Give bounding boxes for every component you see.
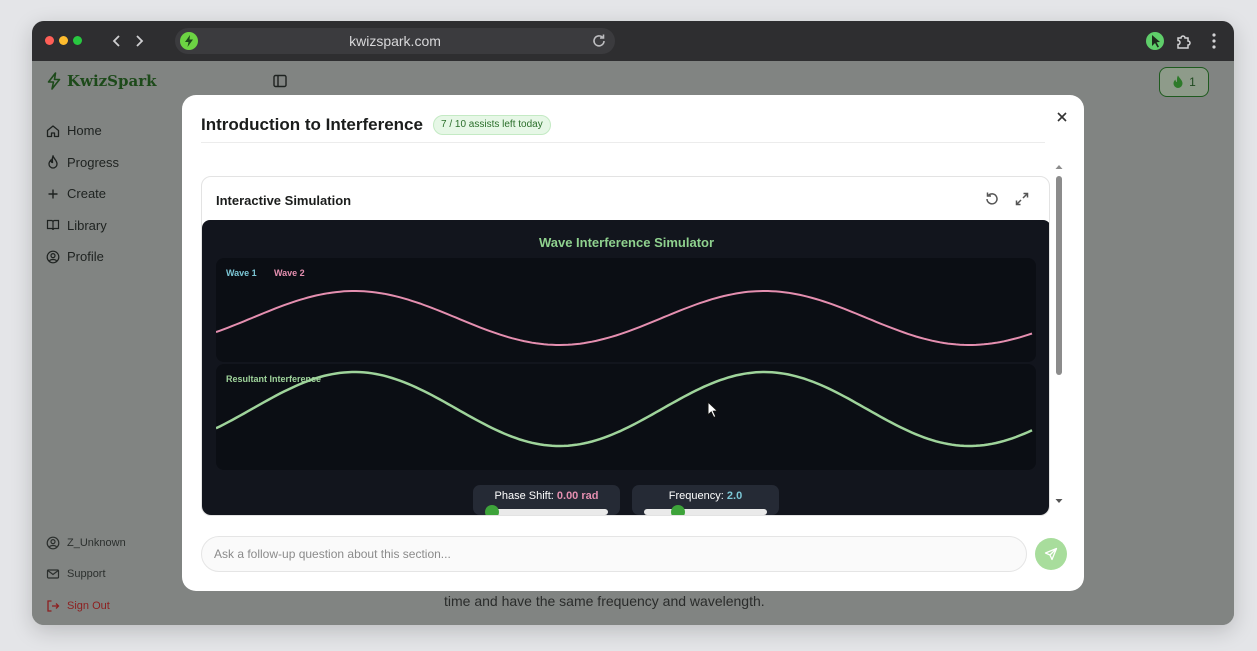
sidebar-item-label: Z_Unknown bbox=[67, 536, 126, 549]
sidebar-item-label: Support bbox=[67, 568, 106, 581]
sidebar-item-label: Profile bbox=[67, 249, 104, 265]
site-favicon-bolt-icon bbox=[180, 32, 198, 50]
chevron-right-icon bbox=[136, 35, 144, 47]
frequency-label: Frequency: 2.0 bbox=[668, 490, 743, 502]
sidebar-item-label: Progress bbox=[67, 154, 120, 170]
sidebar-item-label: Library bbox=[67, 217, 107, 233]
mouse-cursor-icon bbox=[707, 401, 719, 419]
browser-window: kwizspark.com KwizSpark Home Progress Cr… bbox=[32, 21, 1234, 625]
resultant-wave-line bbox=[216, 370, 1033, 448]
modal-scrollbar[interactable] bbox=[1055, 164, 1063, 504]
user-circle-icon bbox=[46, 536, 60, 550]
simulation-header: Interactive Simulation bbox=[216, 193, 352, 208]
home-icon bbox=[46, 125, 60, 137]
sidebar-nav: Home Progress Create Library Profile bbox=[46, 115, 186, 273]
sidebar-item-library[interactable]: Library bbox=[46, 210, 186, 242]
bolt-icon bbox=[47, 72, 61, 90]
phase-shift-label: Phase Shift: 0.00 rad bbox=[494, 490, 599, 502]
modal-divider bbox=[201, 142, 1045, 143]
sidebar-item-account[interactable]: Z_Unknown bbox=[46, 527, 186, 559]
close-window-button[interactable] bbox=[45, 36, 54, 45]
sidebar-item-progress[interactable]: Progress bbox=[46, 147, 186, 179]
frequency-value: 2.0 bbox=[726, 490, 743, 502]
chevron-left-icon bbox=[112, 35, 120, 47]
user-circle-icon bbox=[46, 250, 60, 264]
extensions-button[interactable] bbox=[1173, 30, 1195, 52]
frequency-slider[interactable] bbox=[644, 509, 767, 515]
sidebar-item-label: Create bbox=[67, 186, 107, 202]
modal-title: Introduction to Interference bbox=[201, 115, 423, 134]
reload-icon[interactable] bbox=[591, 33, 607, 49]
phase-shift-slider-handle[interactable] bbox=[485, 505, 499, 515]
cursor-extension-icon bbox=[1146, 32, 1164, 50]
sidebar-footer: Z_Unknown Support Sign Out bbox=[46, 527, 186, 622]
logout-icon bbox=[47, 600, 60, 612]
sidebar-item-profile[interactable]: Profile bbox=[46, 241, 186, 273]
sidebar-item-create[interactable]: Create bbox=[46, 178, 186, 210]
app-background: KwizSpark Home Progress Create Library P… bbox=[32, 61, 1234, 625]
simulation-card: Interactive Simulation Wave Interference… bbox=[201, 176, 1050, 516]
sidebar-item-label: Home bbox=[67, 123, 102, 139]
puzzle-icon bbox=[1177, 35, 1191, 49]
mail-icon bbox=[46, 569, 60, 579]
flame-icon bbox=[1173, 75, 1183, 88]
resultant-wave-panel: Resultant Interference bbox=[216, 364, 1036, 470]
expand-icon[interactable] bbox=[1014, 191, 1030, 207]
brand-name: KwizSpark bbox=[67, 72, 157, 90]
extension-cursor-button[interactable] bbox=[1144, 30, 1166, 52]
simulation-canvas[interactable]: Wave Interference Simulator Wave 1 Wave … bbox=[202, 220, 1049, 515]
scroll-up-arrow-icon[interactable] bbox=[1055, 164, 1063, 170]
refresh-icon[interactable] bbox=[984, 191, 1000, 207]
flame-icon bbox=[48, 155, 58, 169]
scroll-down-arrow-icon[interactable] bbox=[1055, 498, 1063, 504]
lesson-assist-modal: Introduction to Interference 7 / 10 assi… bbox=[182, 95, 1084, 591]
sidebar-item-label: Sign Out bbox=[67, 599, 110, 612]
resultant-wave-plot bbox=[216, 370, 1033, 448]
minimize-window-button[interactable] bbox=[59, 36, 68, 45]
forward-button[interactable] bbox=[130, 31, 148, 51]
phase-shift-slider[interactable] bbox=[495, 509, 608, 515]
address-bar[interactable]: kwizspark.com bbox=[175, 28, 615, 54]
send-icon bbox=[1044, 547, 1058, 561]
browser-menu-button[interactable] bbox=[1203, 30, 1225, 52]
component-waves-panel: Wave 1 Wave 2 bbox=[216, 258, 1036, 362]
close-icon[interactable] bbox=[1054, 109, 1070, 125]
wave-2-line bbox=[216, 290, 1033, 346]
followup-input-container bbox=[201, 536, 1027, 572]
frequency-slider-handle[interactable] bbox=[671, 505, 685, 515]
followup-question-input[interactable] bbox=[214, 537, 1014, 571]
kebab-menu-icon bbox=[1212, 33, 1216, 49]
plus-icon bbox=[48, 189, 58, 199]
assists-remaining-badge: 7 / 10 assists left today bbox=[433, 115, 551, 135]
send-button[interactable] bbox=[1035, 538, 1067, 570]
scroll-thumb[interactable] bbox=[1056, 176, 1062, 375]
sidebar-toggle-icon[interactable] bbox=[272, 73, 288, 89]
component-waves-plot bbox=[216, 290, 1033, 346]
streak-count: 1 bbox=[1189, 75, 1196, 89]
browser-toolbar: kwizspark.com bbox=[32, 21, 1234, 61]
back-button[interactable] bbox=[108, 31, 126, 51]
simulator-title: Wave Interference Simulator bbox=[538, 235, 715, 250]
url-text: kwizspark.com bbox=[349, 33, 441, 49]
phase-shift-value: 0.00 rad bbox=[556, 490, 599, 502]
book-icon bbox=[46, 220, 60, 231]
streak-badge[interactable]: 1 bbox=[1159, 67, 1209, 97]
phase-shift-control: Phase Shift: 0.00 rad bbox=[473, 485, 620, 515]
sidebar-item-support[interactable]: Support bbox=[46, 559, 186, 591]
frequency-control: Frequency: 2.0 bbox=[632, 485, 779, 515]
sidebar-item-sign-out[interactable]: Sign Out bbox=[46, 590, 186, 622]
lesson-text: time and have the same frequency and wav… bbox=[444, 593, 765, 609]
sidebar-item-home[interactable]: Home bbox=[46, 115, 186, 147]
maximize-window-button[interactable] bbox=[73, 36, 82, 45]
brand-logo[interactable]: KwizSpark bbox=[46, 72, 157, 90]
